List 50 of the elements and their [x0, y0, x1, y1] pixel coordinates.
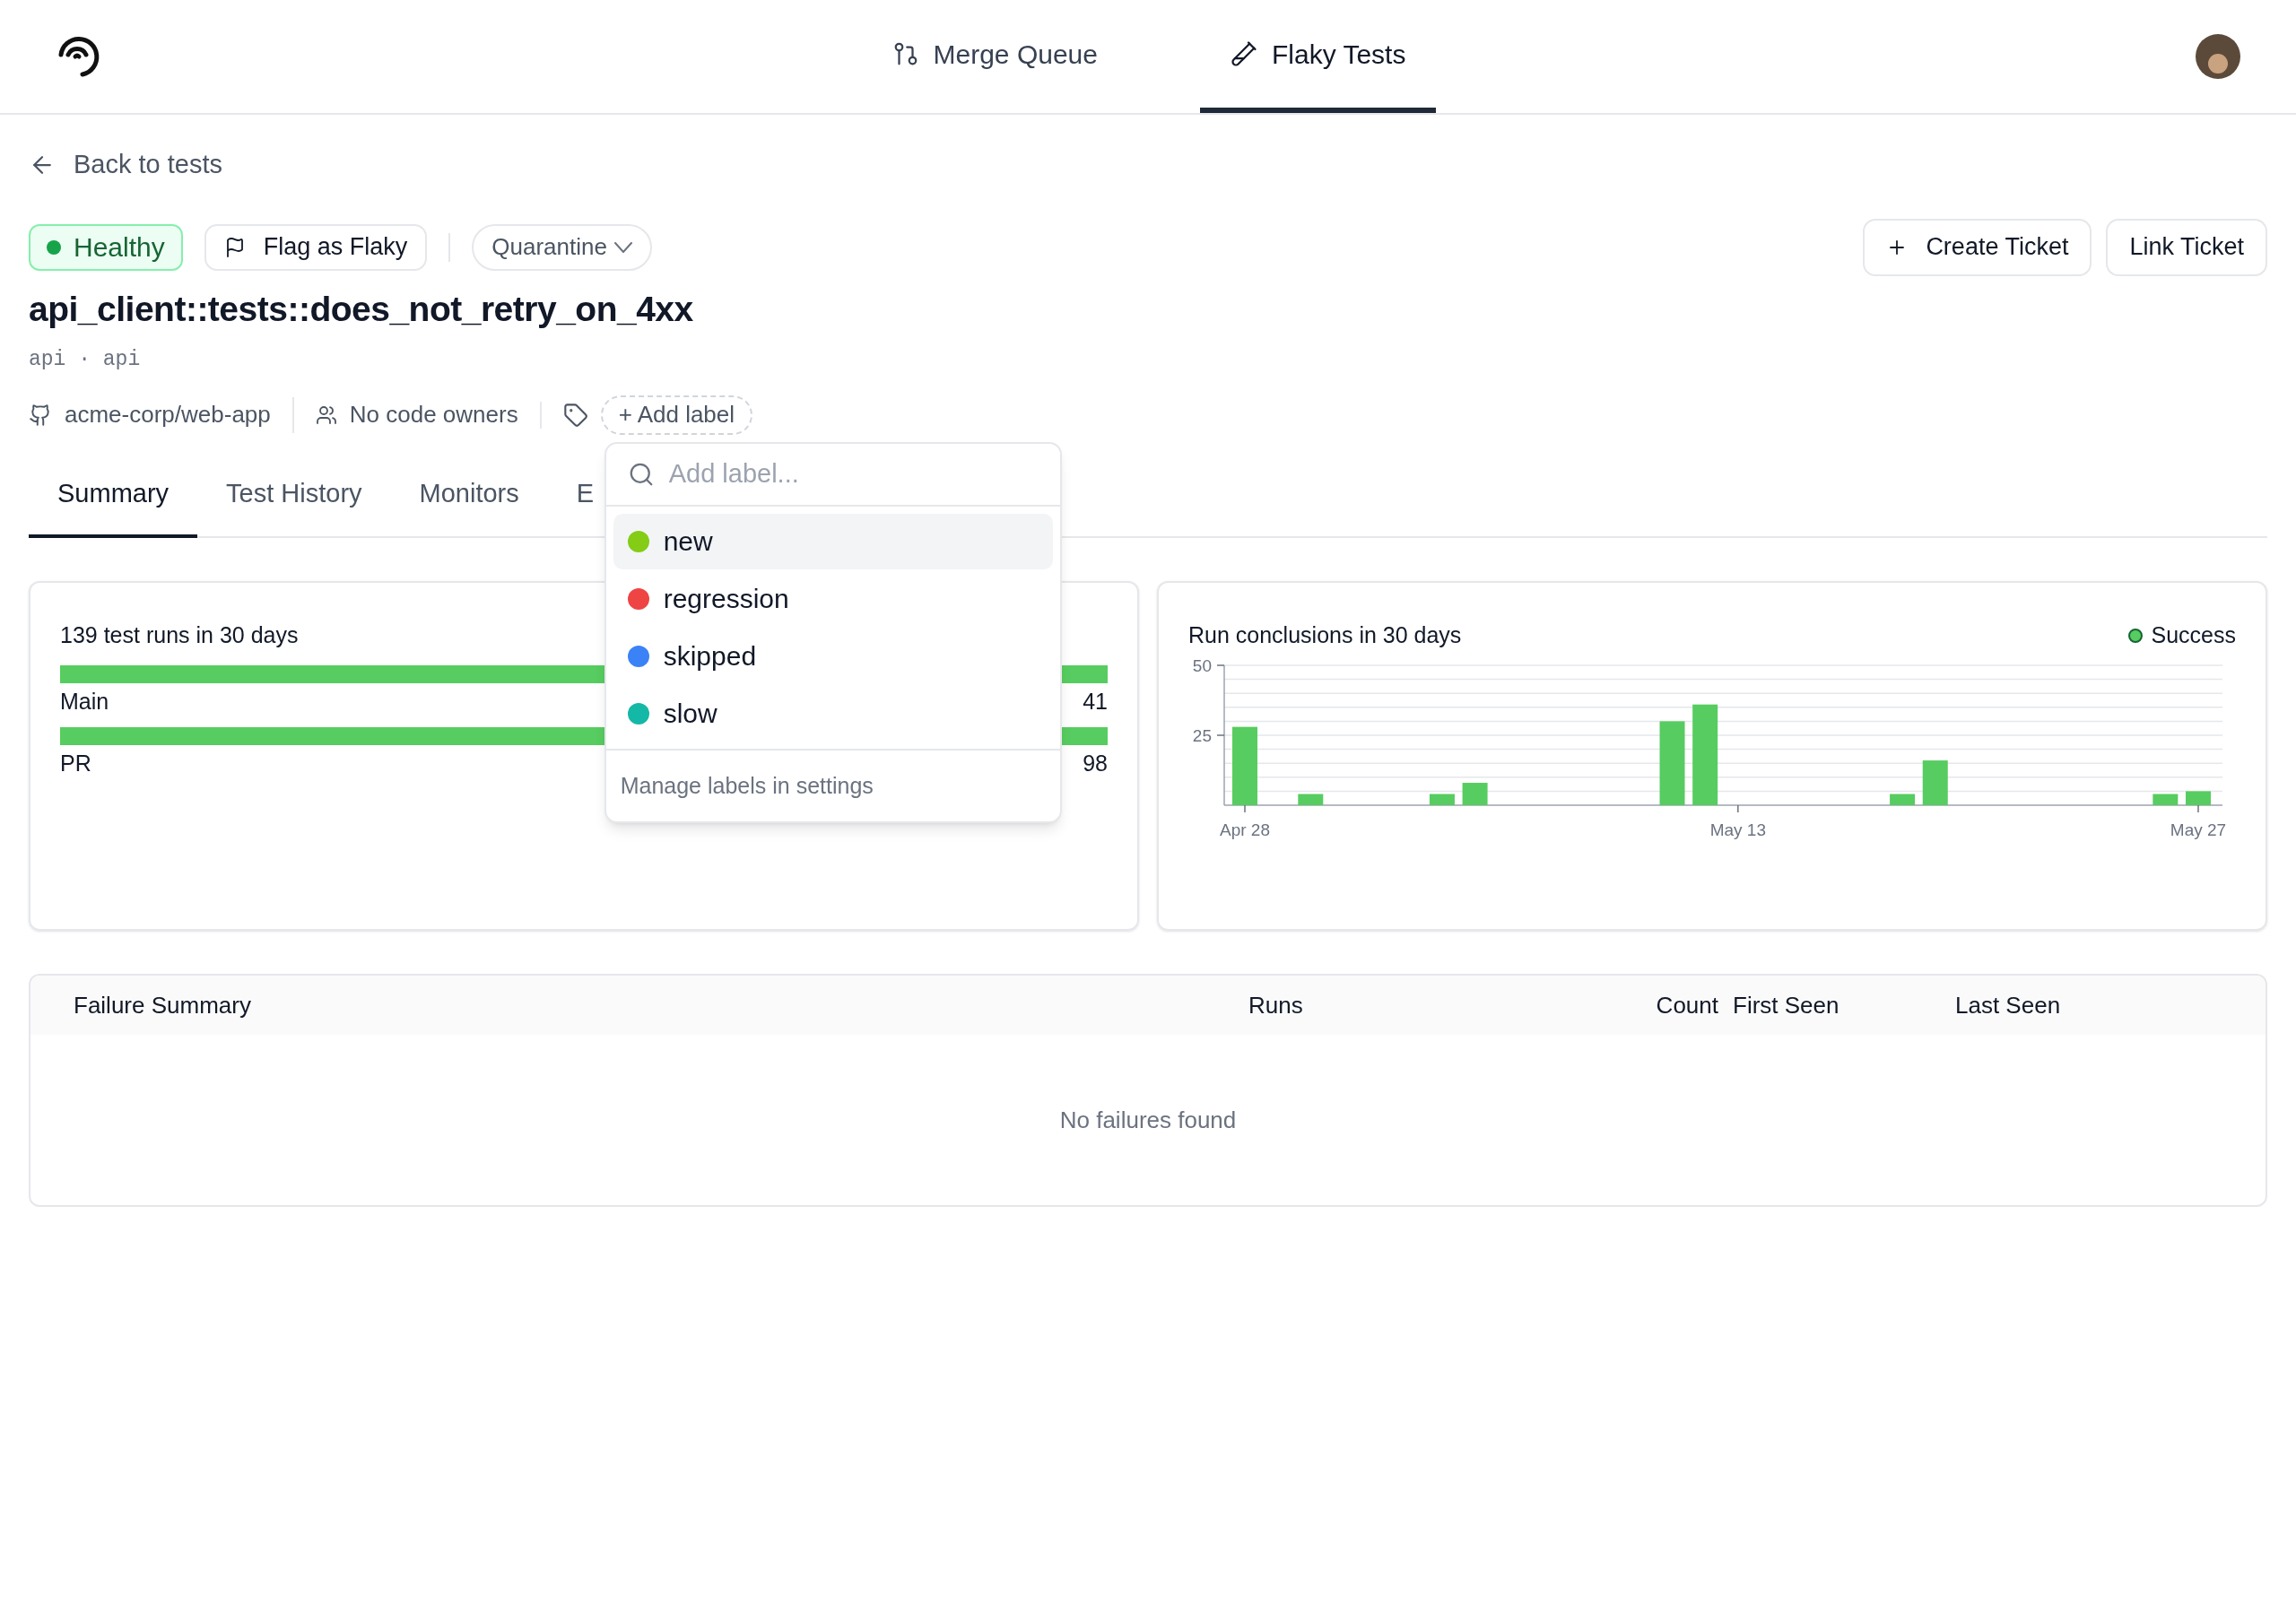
column-header: Last Seen — [1955, 990, 2062, 1020]
chart-bar — [1922, 759, 1948, 805]
avatar[interactable] — [2196, 34, 2240, 79]
link-ticket-button[interactable]: Link Ticket — [2106, 218, 2267, 276]
chart-bar — [2186, 790, 2211, 805]
flag-button[interactable]: Flag as Flaky — [204, 223, 428, 271]
test-name: api_client::tests::does_not_retry_on_4xx — [29, 288, 694, 330]
nav-tab[interactable]: Merge Queue — [861, 0, 1128, 113]
chart-bar — [1462, 782, 1488, 805]
page-tab[interactable]: Summary — [29, 473, 198, 538]
column-header: First Seen — [1733, 990, 1840, 1020]
back-link[interactable]: Back to tests — [29, 145, 222, 185]
page-tab[interactable]: Test History — [197, 473, 391, 538]
quarantine-dropdown[interactable]: Quarantine — [472, 223, 652, 271]
label-option[interactable]: new — [613, 513, 1053, 569]
x-tick-label: Apr 28 — [1220, 820, 1270, 839]
add-label-button[interactable]: + Add label — [600, 395, 753, 435]
create-ticket-button[interactable]: Create Ticket — [1863, 218, 2092, 276]
manage-labels-link[interactable]: Manage labels in settings — [620, 772, 874, 798]
test-path: api · api — [29, 347, 142, 373]
page-tab[interactable]: Monitors — [390, 473, 548, 538]
y-tick-label: 50 — [1192, 655, 1212, 675]
users-icon — [315, 404, 337, 426]
code-owners: No code owners — [293, 397, 540, 432]
chart-bar — [1890, 794, 1916, 805]
card-title: Run conclusions in 30 days — [1188, 621, 1462, 649]
bar-label: Main — [60, 687, 109, 716]
chart-bar — [1298, 794, 1324, 805]
nav-tab[interactable]: Flaky Tests — [1199, 0, 1437, 113]
bar-label: PR — [60, 750, 91, 777]
y-tick-label: 25 — [1192, 725, 1212, 745]
bar-count: 41 — [1083, 687, 1108, 716]
card-title: 139 test runs in 30 days — [60, 621, 300, 649]
x-tick-label: May 27 — [2170, 820, 2227, 839]
bar-count: 98 — [1083, 750, 1108, 777]
chart-bar — [1429, 794, 1455, 805]
github-icon — [29, 403, 52, 427]
chart-bar — [2152, 794, 2179, 805]
repo-link[interactable]: acme-corp/web-app — [29, 397, 292, 432]
column-header: Count — [1655, 990, 1719, 1020]
tag-icon — [562, 402, 588, 428]
x-tick-label: May 13 — [1709, 820, 1766, 839]
status-badge: Healthy — [29, 223, 183, 271]
test-tube-icon — [1230, 40, 1257, 67]
chevron-icon — [613, 241, 632, 253]
empty-message: No failures found — [1059, 1105, 1237, 1135]
label-search-field[interactable]: Add label... — [668, 454, 1010, 494]
column-header: Failure Summary — [74, 990, 252, 1020]
chart-legend: Success — [2127, 619, 2236, 653]
column-header: Runs — [1248, 990, 1304, 1020]
